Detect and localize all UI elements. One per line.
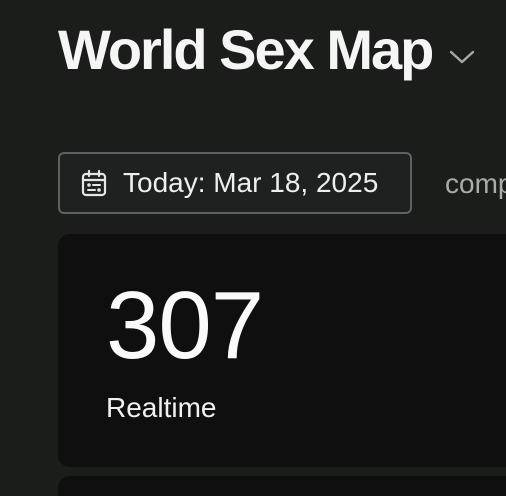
chevron-down-icon[interactable] xyxy=(448,43,476,71)
date-picker-button[interactable]: Today: Mar 18, 2025 xyxy=(58,152,412,214)
realtime-visitor-count: 307 xyxy=(106,272,264,379)
realtime-stat-card: 307 Realtime xyxy=(58,234,506,467)
title-row: World Sex Map xyxy=(58,22,476,78)
date-picker-label: Today: Mar 18, 2025 xyxy=(123,167,379,198)
next-stat-card xyxy=(58,476,506,496)
realtime-label: Realtime xyxy=(106,392,217,423)
page-title: World Sex Map xyxy=(58,18,434,81)
compare-button[interactable]: comp xyxy=(445,168,506,200)
calendar-icon xyxy=(81,169,107,197)
